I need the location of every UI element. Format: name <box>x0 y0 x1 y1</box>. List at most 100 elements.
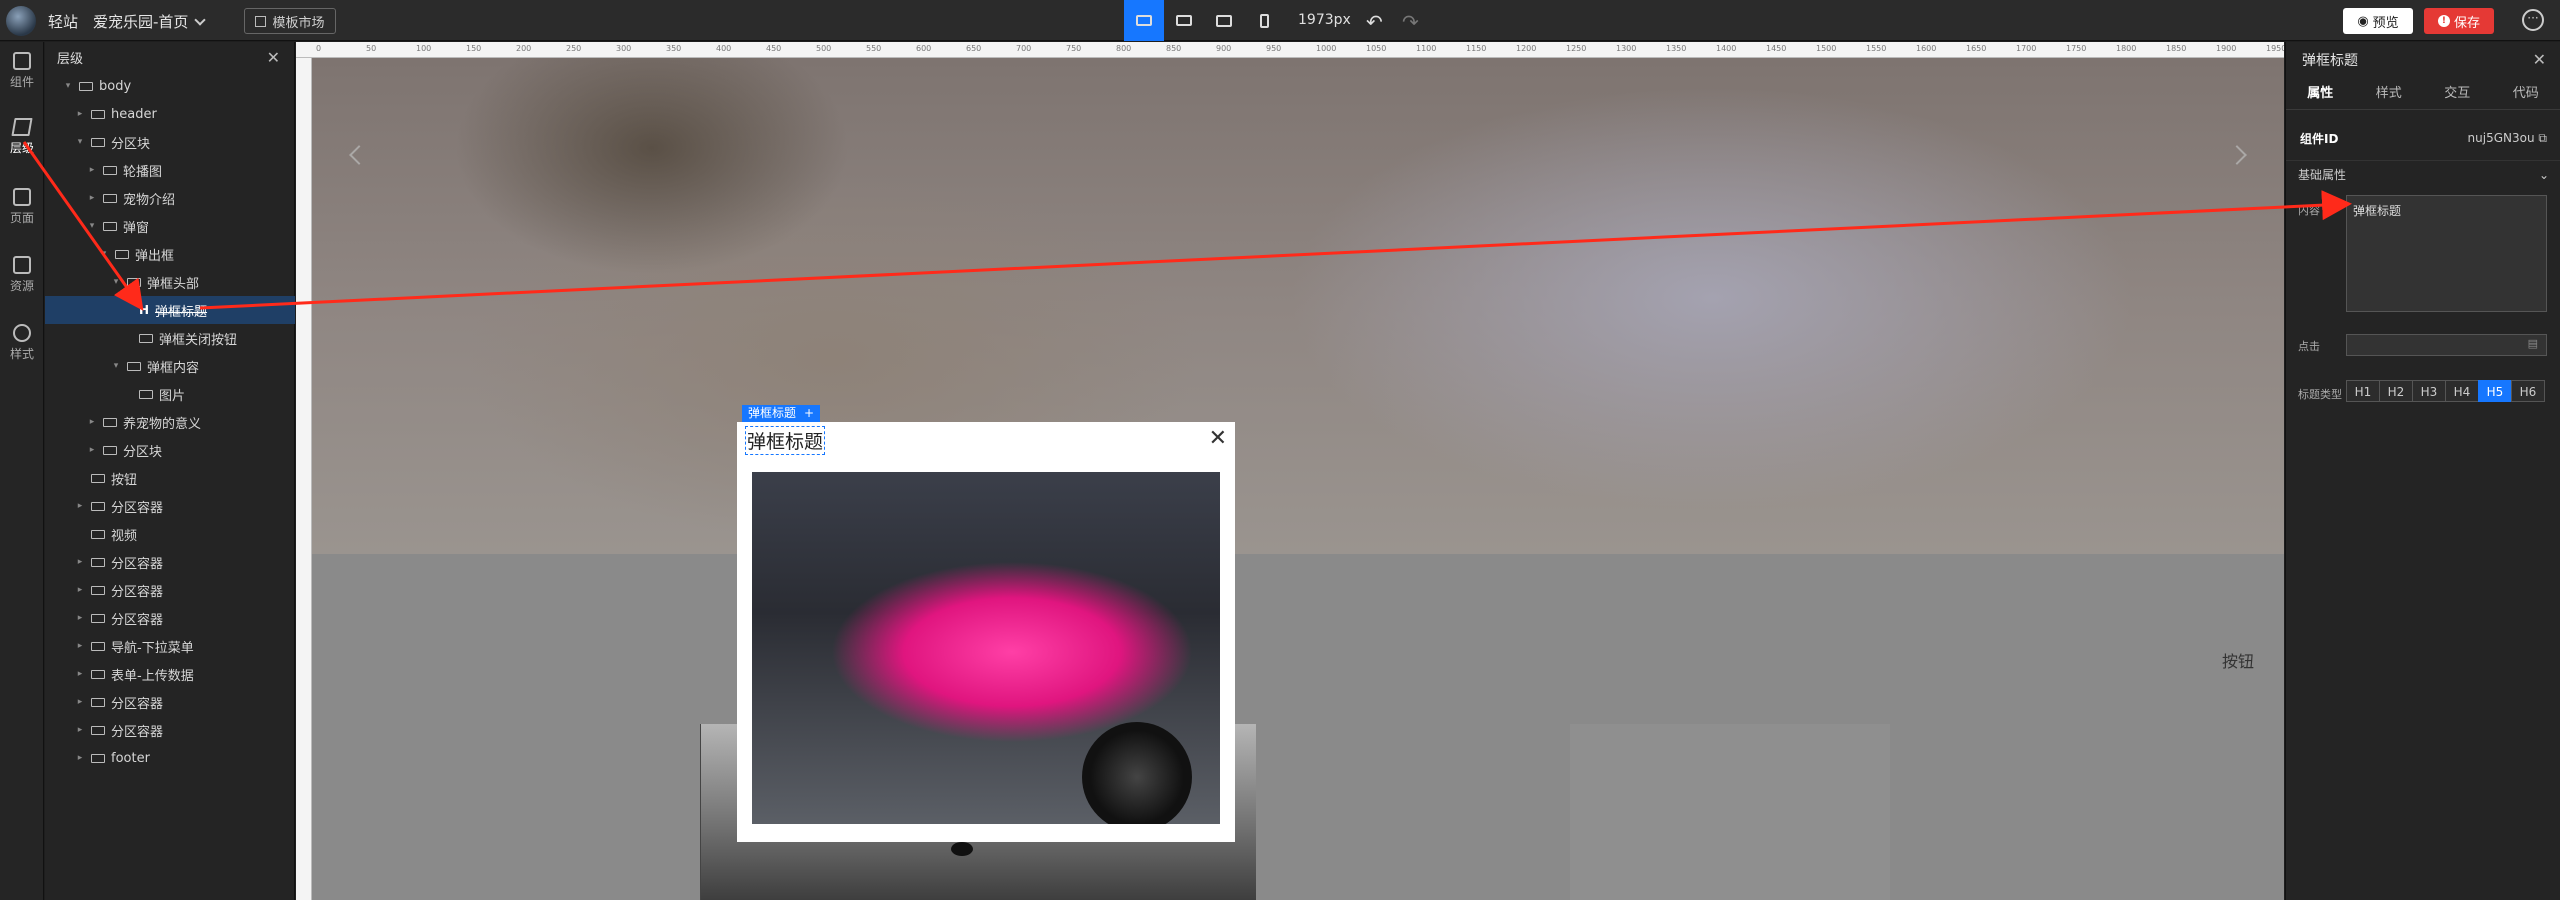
chevron-icon[interactable]: ▸ <box>75 641 85 651</box>
plus-icon[interactable]: + <box>804 405 814 422</box>
rail-layers[interactable]: 层级 <box>0 118 44 156</box>
brand-name: 轻站 <box>48 13 79 31</box>
chevron-left-icon[interactable] <box>349 145 369 165</box>
chevron-icon[interactable]: ▸ <box>75 669 85 679</box>
site-selector[interactable]: 爱宠乐园-首页 <box>93 11 207 32</box>
chevron-icon[interactable]: ▸ <box>87 417 97 427</box>
tab-code[interactable]: 代码 <box>2492 78 2560 109</box>
copy-icon[interactable]: ⧉ <box>2538 131 2547 145</box>
rail-components[interactable]: 组件 <box>0 52 44 90</box>
chevron-icon[interactable]: ▸ <box>87 445 97 455</box>
close-icon[interactable]: ✕ <box>2533 50 2546 69</box>
chevron-icon[interactable]: ▾ <box>75 137 85 147</box>
preview-button[interactable]: ◉ 预览 <box>2343 8 2413 34</box>
chevron-icon[interactable]: ▸ <box>75 585 85 595</box>
chevron-icon[interactable]: ▾ <box>63 81 73 91</box>
save-button[interactable]: ! 保存 <box>2424 8 2494 34</box>
chevron-icon[interactable]: ▸ <box>75 613 85 623</box>
desktop-device-button[interactable] <box>1124 0 1164 41</box>
dialog-title[interactable]: 弹框标题 <box>745 426 826 455</box>
layer-label: 分区块 <box>111 136 151 152</box>
rail-resources[interactable]: 资源 <box>0 256 44 294</box>
chevron-icon[interactable]: ▸ <box>87 165 97 175</box>
link-icon[interactable]: ▤ <box>2528 337 2538 350</box>
layer-item[interactable]: ▾ 弹窗 <box>45 212 295 240</box>
layer-item[interactable]: ▸ 分区容器 <box>45 716 295 744</box>
chevron-icon[interactable]: ▾ <box>99 249 109 259</box>
chevron-icon[interactable]: ▸ <box>75 697 85 707</box>
click-action-field[interactable]: ▤ <box>2346 334 2547 356</box>
layer-item[interactable]: ▾ 弹框内容 <box>45 352 295 380</box>
heading-option-h6[interactable]: H6 <box>2511 380 2545 402</box>
box-icon <box>91 109 105 119</box>
layer-item[interactable]: ▾ 弹框头部 <box>45 268 295 296</box>
heading-option-h2[interactable]: H2 <box>2379 380 2413 402</box>
layer-item[interactable]: 视频 <box>45 520 295 548</box>
component-id-value[interactable]: nuj5GN3ou ⧉ <box>2468 131 2547 146</box>
heading-option-h4[interactable]: H4 <box>2445 380 2479 402</box>
more-options-icon[interactable]: ··· <box>2522 9 2544 31</box>
redo-icon[interactable]: ↷ <box>1402 10 1419 34</box>
chevron-icon[interactable]: ▸ <box>75 753 85 763</box>
close-icon[interactable]: ✕ <box>267 48 280 67</box>
chevron-icon[interactable]: ▸ <box>75 557 85 567</box>
layer-item[interactable]: 弹框关闭按钮 <box>45 324 295 352</box>
chevron-icon[interactable]: ▸ <box>75 725 85 735</box>
layer-item[interactable]: ▸ 分区容器 <box>45 576 295 604</box>
layer-item[interactable]: ▸ 导航-下拉菜单 <box>45 632 295 660</box>
layer-item[interactable]: ▸ 轮播图 <box>45 156 295 184</box>
layer-item[interactable]: ▸ 分区容器 <box>45 492 295 520</box>
chevron-icon[interactable]: ▸ <box>87 193 97 203</box>
tablet-landscape-button[interactable] <box>1204 0 1244 41</box>
layer-item[interactable]: ▾ 弹出框 <box>45 240 295 268</box>
undo-icon[interactable]: ↶ <box>1366 10 1383 34</box>
page-button[interactable]: 按钮 <box>2222 648 2254 672</box>
chevron-icon[interactable]: ▾ <box>111 277 121 287</box>
layer-label: 图片 <box>159 388 186 404</box>
layer-item[interactable]: 按钮 <box>45 464 295 492</box>
template-market-button[interactable]: 模板市场 <box>244 8 336 34</box>
selection-tag[interactable]: 弹框标题 + <box>742 405 821 422</box>
layer-item[interactable]: ▸ header <box>45 100 295 128</box>
rail-pages[interactable]: 页面 <box>0 188 44 226</box>
layer-item[interactable]: ▸ 分区容器 <box>45 688 295 716</box>
layer-item[interactable]: ▸ 分区块 <box>45 436 295 464</box>
chevron-right-icon[interactable] <box>2227 145 2247 165</box>
layer-item[interactable]: H 弹框标题 <box>45 296 295 324</box>
chevron-icon[interactable]: ▾ <box>111 361 121 371</box>
tab-attributes[interactable]: 属性 <box>2286 78 2355 109</box>
basic-properties-section[interactable]: 基础属性 ⌄ <box>2286 160 2560 188</box>
component-id-row: 组件ID nuj5GN3ou ⧉ <box>2286 124 2560 152</box>
layer-item[interactable]: ▸ 宠物介绍 <box>45 184 295 212</box>
layer-item[interactable]: ▾ 分区块 <box>45 128 295 156</box>
layer-label: 导航-下拉菜单 <box>111 640 194 656</box>
layer-item[interactable]: ▾ body <box>45 72 295 100</box>
rail-styles[interactable]: 样式 <box>0 324 44 362</box>
component-id-label: 组件ID <box>2300 131 2339 146</box>
tab-interaction[interactable]: 交互 <box>2423 78 2492 109</box>
app-logo[interactable] <box>6 6 36 36</box>
laptop-device-button[interactable] <box>1164 0 1204 41</box>
heading-option-h5[interactable]: H5 <box>2478 380 2512 402</box>
heading-icon: H <box>139 303 150 317</box>
content-textarea[interactable]: 弹框标题 <box>2346 195 2547 312</box>
close-icon[interactable]: ✕ <box>1209 426 1227 451</box>
box-icon <box>91 725 105 735</box>
layer-label: body <box>99 78 132 94</box>
chevron-icon[interactable]: ▸ <box>75 501 85 511</box>
heading-option-h1[interactable]: H1 <box>2346 380 2380 402</box>
layer-item[interactable]: ▸ 表单-上传数据 <box>45 660 295 688</box>
layer-item[interactable]: ▸ 分区容器 <box>45 548 295 576</box>
layer-item[interactable]: 图片 <box>45 380 295 408</box>
heading-option-h3[interactable]: H3 <box>2412 380 2446 402</box>
car-image[interactable] <box>752 472 1220 824</box>
carousel-banner[interactable] <box>312 58 2284 554</box>
tab-style[interactable]: 样式 <box>2355 78 2424 109</box>
layer-item[interactable]: ▸ 养宠物的意义 <box>45 408 295 436</box>
layer-item[interactable]: ▸ 分区容器 <box>45 604 295 632</box>
chevron-icon[interactable]: ▸ <box>75 109 85 119</box>
mobile-device-button[interactable] <box>1244 0 1284 41</box>
layer-item[interactable]: ▸ footer <box>45 744 295 772</box>
chevron-icon[interactable]: ▾ <box>87 221 97 231</box>
canvas-width-readout[interactable]: 1973px <box>1298 12 1351 28</box>
